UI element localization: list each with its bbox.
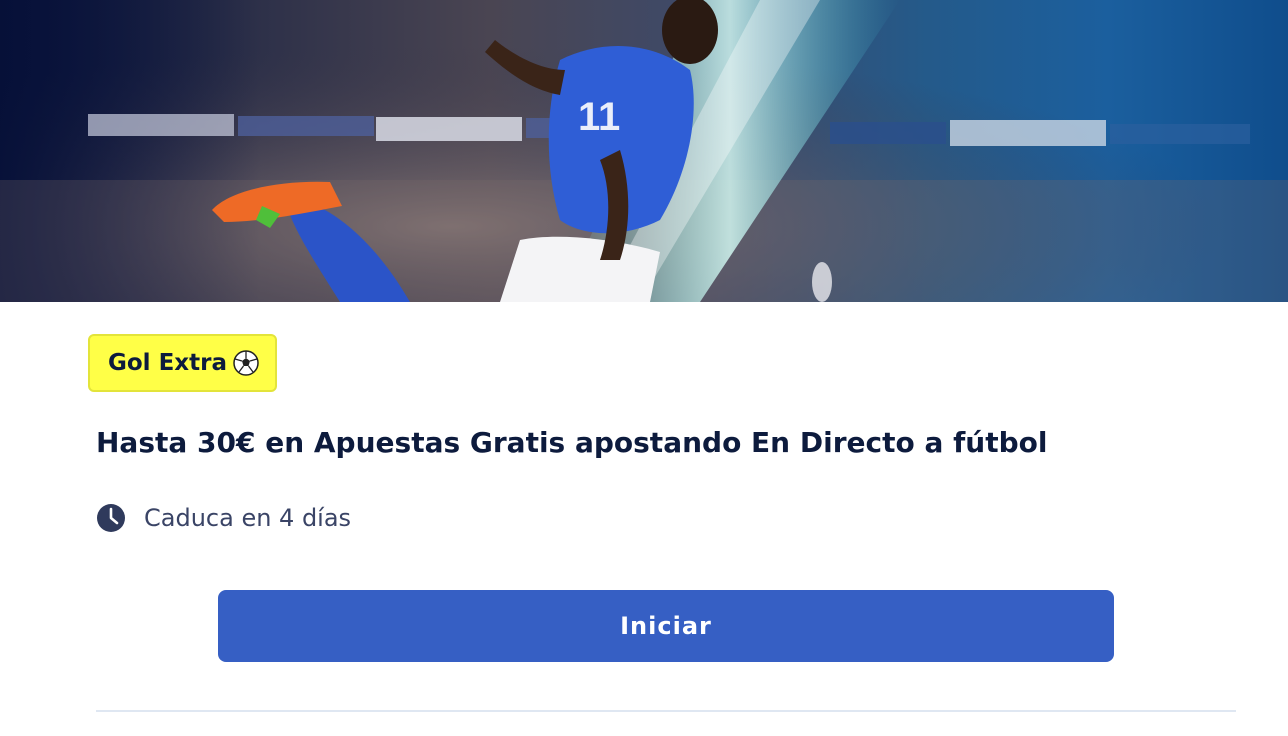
hero-banner-image: 11 — [0, 0, 1288, 302]
promotion-card: 11 Gol Extra Hasta 30€ en Apuestas Grati… — [0, 0, 1288, 736]
expiry-info: Caduca en 4 días — [96, 503, 351, 533]
svg-text:11: 11 — [578, 95, 620, 139]
start-button[interactable]: Iniciar — [218, 590, 1114, 662]
expiry-text: Caduca en 4 días — [144, 504, 352, 532]
promo-badge: Gol Extra — [88, 334, 277, 392]
soccer-ball-icon — [233, 350, 259, 376]
clock-icon — [96, 503, 126, 533]
promo-title: Hasta 30€ en Apuestas Gratis apostando E… — [96, 426, 1048, 459]
divider — [96, 710, 1236, 712]
badge-label: Gol Extra — [108, 350, 227, 376]
